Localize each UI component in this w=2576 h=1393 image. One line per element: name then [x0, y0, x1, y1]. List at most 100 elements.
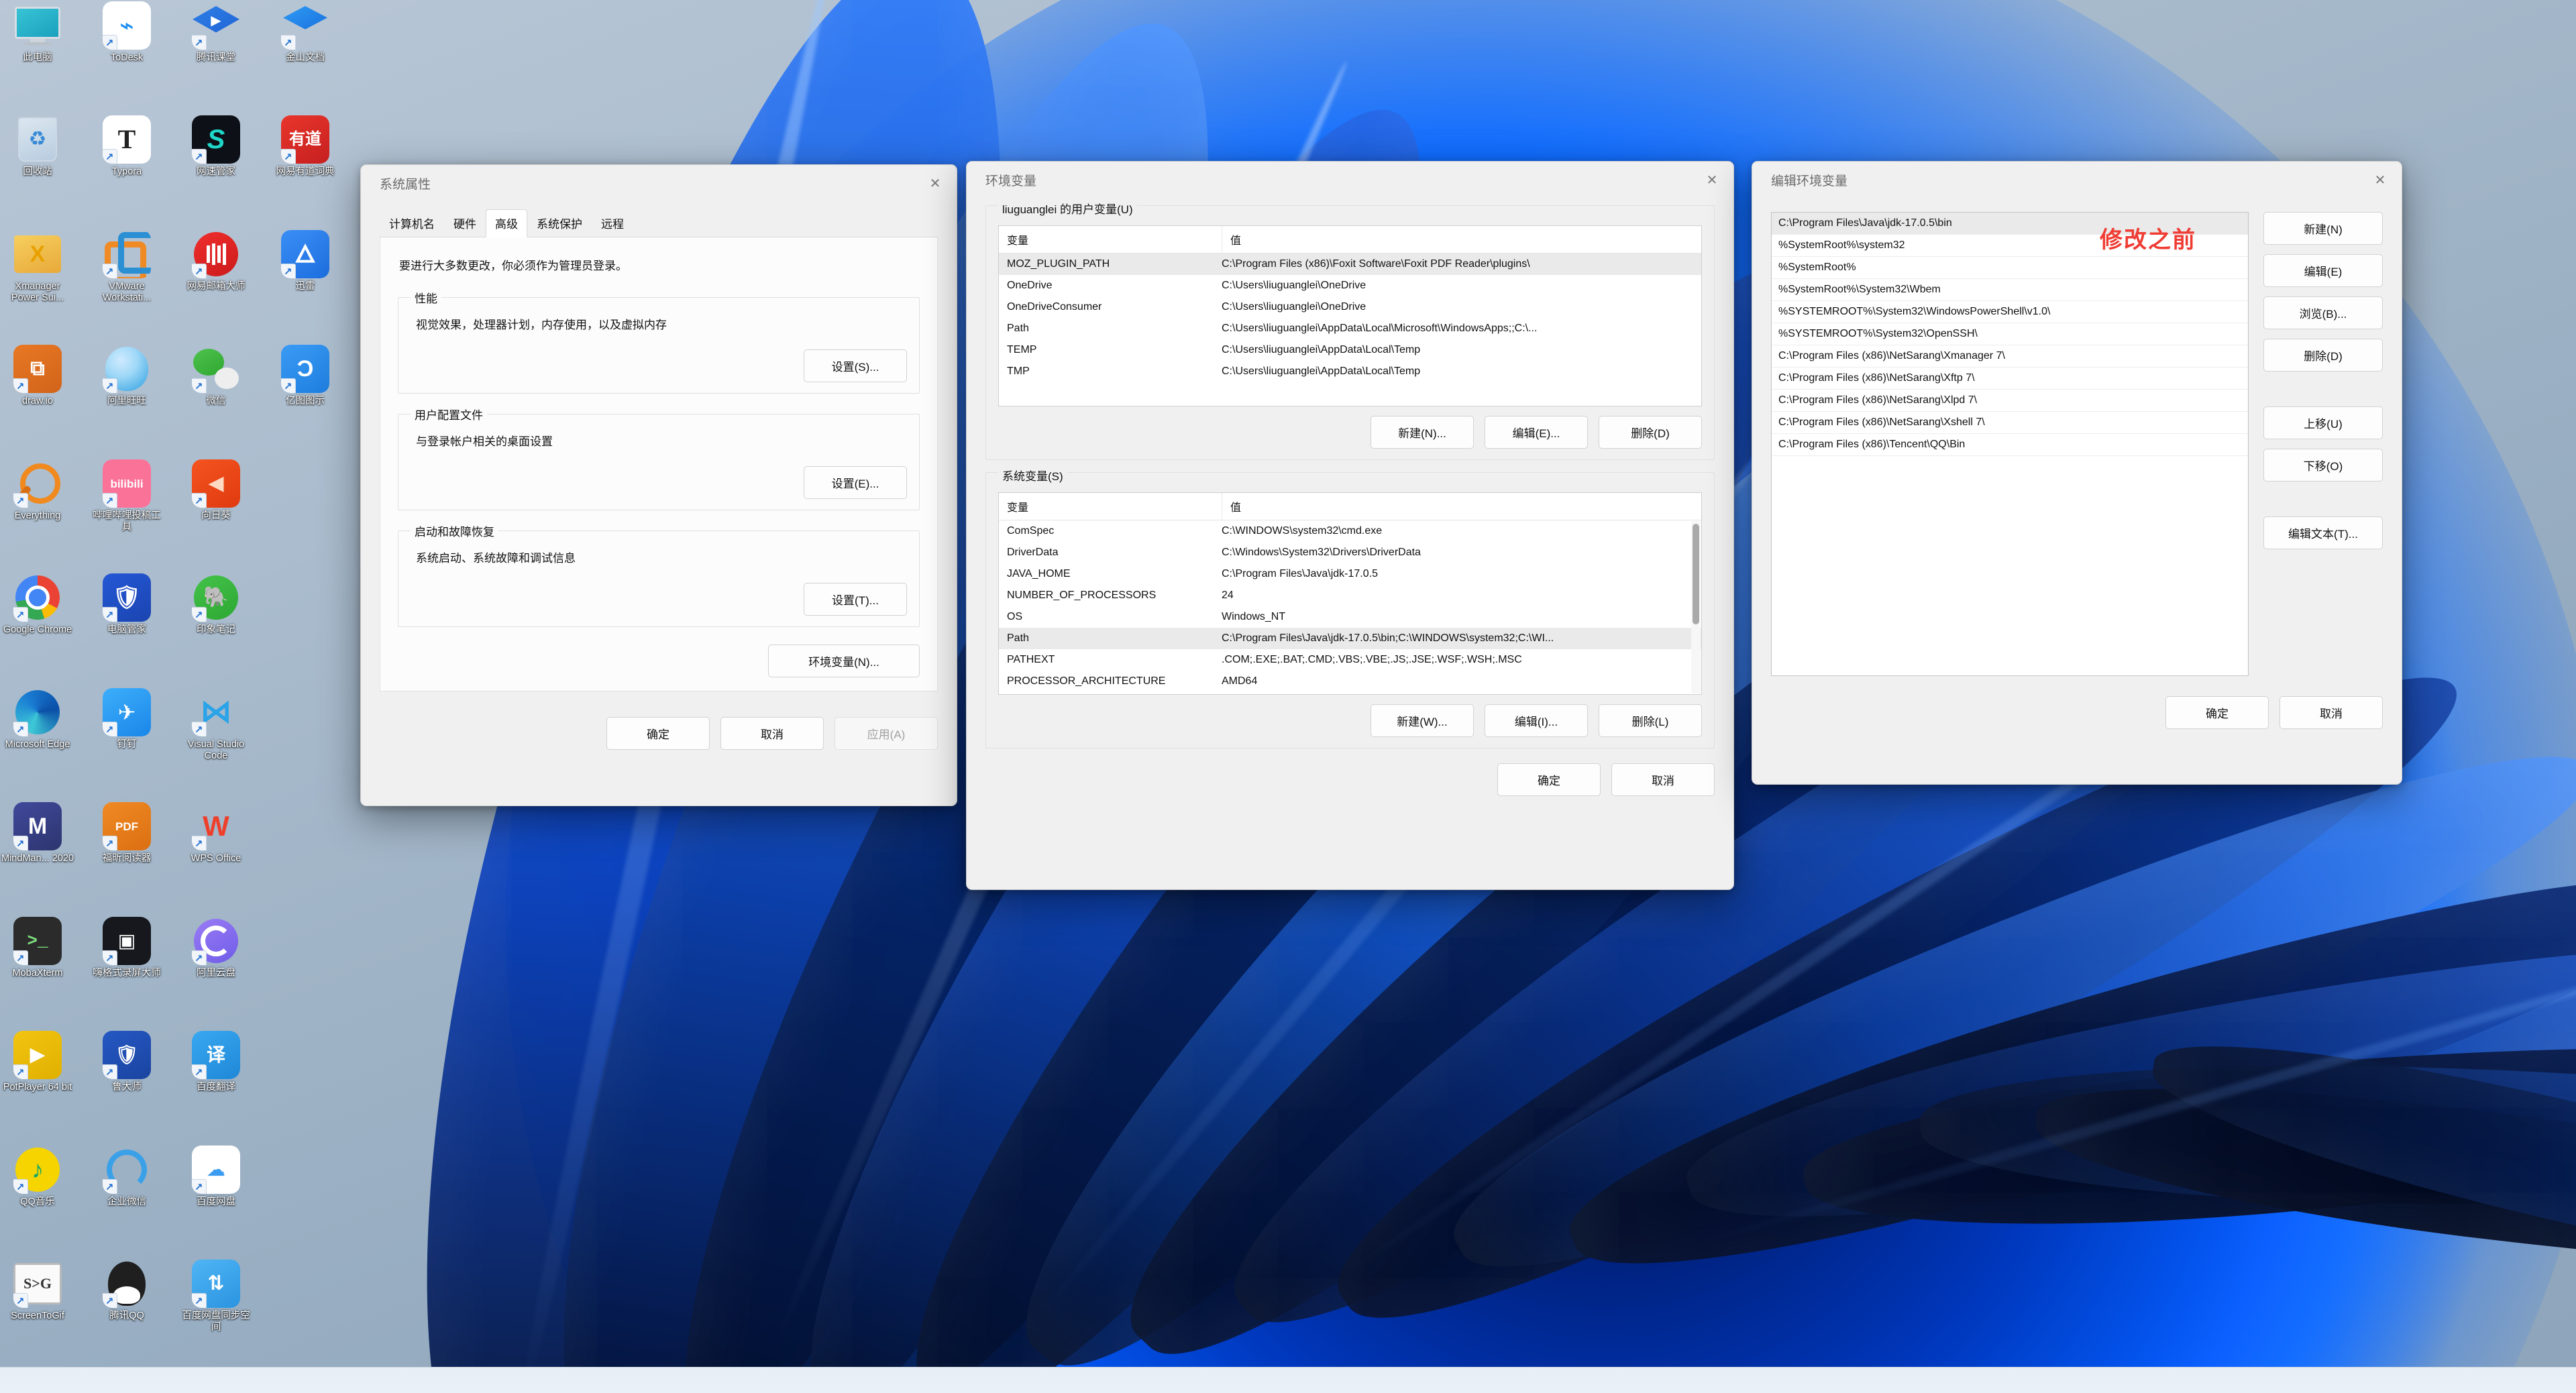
edit-env-ok-button[interactable]: 确定 — [2165, 696, 2269, 729]
desktop-icon-netease-mail[interactable]: ↗ 网易邮箱大师 — [178, 230, 254, 292]
tab-系统保护[interactable]: 系统保护 — [527, 209, 592, 237]
group-settings-button[interactable]: 设置(S)... — [804, 349, 907, 382]
desktop-icon-netspeed[interactable]: S ↗ 网速管家 — [178, 115, 254, 178]
user-variables-table[interactable]: 变量 值 MOZ_PLUGIN_PATH C:\Program Files (x… — [998, 225, 1702, 406]
desktop-icon-youdao-dict[interactable]: 有道 ↗ 网易有道词典 — [268, 115, 343, 178]
desktop-icon-chrome[interactable]: ↗ Google Chrome — [0, 573, 75, 636]
table-row[interactable]: Path C:\Users\liuguanglei\AppData\Local\… — [999, 318, 1701, 339]
path-new-button[interactable]: 新建(N) — [2263, 212, 2383, 245]
edit-environment-variable-dialog[interactable]: 编辑环境变量 ✕ C:\Program Files\Java\jdk-17.0.… — [1752, 161, 2402, 785]
list-item[interactable]: C:\Program Files (x86)\NetSarang\Xlpd 7\ — [1772, 390, 2248, 412]
path-delete-button[interactable]: 删除(D) — [2263, 339, 2383, 372]
system-variables-rows[interactable]: ComSpec C:\WINDOWS\system32\cmd.exe Drive… — [999, 520, 1701, 692]
sysprops-apply-button[interactable]: 应用(A) — [835, 717, 938, 750]
desktop-icon-typora[interactable]: T ↗ Typora — [89, 115, 164, 178]
table-row[interactable]: DriverData C:\Windows\System32\Drivers\D… — [999, 542, 1701, 563]
system-properties-titlebar[interactable]: 系统属性 ✕ — [361, 165, 957, 202]
desktop-icon-pc-manager[interactable]: 🛡 ↗ 电脑管家 — [89, 573, 164, 636]
desktop-icon-todesk[interactable]: ⌁ ↗ ToDesk — [89, 1, 164, 64]
close-icon[interactable]: ✕ — [1690, 162, 1733, 198]
desktop-icon-xmanager-folder[interactable]: X Xmanager Power Sui... — [0, 230, 75, 303]
desktop-icon-recycle-bin[interactable]: ♻ 回收站 — [0, 115, 75, 178]
table-row[interactable]: OneDriveConsumer C:\Users\liuguanglei\On… — [999, 296, 1701, 318]
desktop-icon-evernote[interactable]: 🐘 ↗ 印象笔记 — [178, 573, 254, 636]
desktop-icon-wps-office[interactable]: W ↗ WPS Office — [178, 802, 254, 865]
edit-env-titlebar[interactable]: 编辑环境变量 ✕ — [1752, 162, 2402, 199]
environment-variables-button[interactable]: 环境变量(N)... — [768, 645, 920, 677]
desktop-icon-baidu-translate[interactable]: 译 ↗ 百度翻译 — [178, 1031, 254, 1093]
desktop-icon-baidu-netdisk[interactable]: ☁ ↗ 百度网盘 — [178, 1146, 254, 1208]
list-item[interactable]: %SystemRoot%\system32 — [1772, 235, 2248, 257]
desktop-icon-bilibili-upload[interactable]: bilibili ↗ 哔哩哔哩投稿工具 — [89, 459, 164, 533]
desktop-icon-aliwangwang[interactable]: ↗ 阿里旺旺 — [89, 345, 164, 407]
desktop-icon-edraw[interactable]: Ɔ ↗ 亿图图示 — [268, 345, 343, 407]
desktop-icon-baidu-sync[interactable]: ⇅ ↗ 百度网盘同步空间 — [178, 1260, 254, 1333]
close-icon[interactable]: ✕ — [2359, 162, 2402, 198]
table-row[interactable]: JAVA_HOME C:\Program Files\Java\jdk-17.0… — [999, 563, 1701, 585]
list-item[interactable]: C:\Program Files (x86)\NetSarang\Xshell … — [1772, 412, 2248, 434]
path-move-up-button[interactable]: 上移(U) — [2263, 406, 2383, 439]
desktop-icon-wechat[interactable]: ↗ 微信 — [178, 345, 254, 407]
sysprops-cancel-button[interactable]: 取消 — [720, 717, 824, 750]
edit-env-cancel-button[interactable]: 取消 — [2279, 696, 2383, 729]
group-settings-button[interactable]: 设置(E)... — [804, 466, 907, 499]
desktop-icon-qq-music[interactable]: ♪ ↗ QQ音乐 — [0, 1146, 75, 1208]
system-new-button[interactable]: 新建(W)... — [1371, 704, 1474, 737]
close-icon[interactable]: ✕ — [914, 165, 957, 201]
system-properties-dialog[interactable]: 系统属性 ✕ 计算机名 硬件 高级 系统保护 远程 要进行大多数更改，你必须作为管理员登… — [360, 164, 957, 806]
path-browse-button[interactable]: 浏览(B)... — [2263, 296, 2383, 329]
desktop-icon-potplayer[interactable]: ▶ ↗ PotPlayer 64 bit — [0, 1031, 75, 1093]
system-properties-tabstrip[interactable]: 计算机名 硬件 高级 系统保护 远程 — [380, 209, 938, 237]
tab-高级[interactable]: 高级 — [486, 209, 527, 237]
env-ok-button[interactable]: 确定 — [1497, 763, 1601, 796]
environment-variables-titlebar[interactable]: 环境变量 ✕ — [967, 162, 1733, 199]
path-edit-button[interactable]: 编辑(E) — [2263, 254, 2383, 287]
desktop-icon-mindmanager[interactable]: M ↗ MindMan... 2020 — [0, 802, 75, 865]
tab-硬件[interactable]: 硬件 — [444, 209, 486, 237]
list-item[interactable]: C:\Program Files\Java\jdk-17.0.5\bin — [1772, 213, 2248, 235]
desktop-icon-higeshi-recorder[interactable]: ▣ ↗ 嗨格式录屏大师 — [89, 917, 164, 979]
taskbar[interactable] — [0, 1367, 2576, 1393]
desktop-icon-aliyun-drive[interactable]: ↗ 阿里云盘 — [178, 917, 254, 979]
desktop-icon-foxit-reader[interactable]: PDF ↗ 福昕阅读器 — [89, 802, 164, 865]
table-row[interactable]: OneDrive C:\Users\liuguanglei\OneDrive — [999, 275, 1701, 296]
table-row[interactable]: TEMP C:\Users\liuguanglei\AppData\Local\… — [999, 339, 1701, 361]
desktop-icon-drawio[interactable]: ⧉ ↗ draw.io — [0, 345, 75, 407]
desktop-icon-everything[interactable]: ↗ Everything — [0, 459, 75, 522]
group-settings-button[interactable]: 设置(T)... — [804, 583, 907, 616]
desktop-icon-wecom[interactable]: ↗ 企业微信 — [89, 1146, 164, 1208]
desktop-icon-dingtalk[interactable]: ✈ ↗ 钉钉 — [89, 688, 164, 750]
desktop-icon-edge[interactable]: ↗ Microsoft Edge — [0, 688, 75, 750]
path-edit-text-button[interactable]: 编辑文本(T)... — [2263, 516, 2383, 549]
desktop-icon-tencent-classroom[interactable]: ▶ ↗ 腾讯课堂 — [178, 1, 254, 64]
table-row[interactable]: ComSpec C:\WINDOWS\system32\cmd.exe — [999, 520, 1701, 542]
system-edit-button[interactable]: 编辑(I)... — [1485, 704, 1588, 737]
desktop-icon-grid[interactable]: 此电脑 ⌁ ↗ ToDesk ▶ ↗ 腾讯课堂 ↗ 金山文档 ♻ 回收站 T ↗… — [0, 0, 335, 1361]
desktop-icon-this-pc[interactable]: 此电脑 — [0, 1, 75, 64]
desktop-icon-tencent-qq[interactable]: ↗ 腾讯QQ — [89, 1260, 164, 1322]
path-move-down-button[interactable]: 下移(O) — [2263, 449, 2383, 482]
table-row[interactable]: NUMBER_OF_PROCESSORS 24 — [999, 585, 1701, 606]
desktop-icon-vscode[interactable]: ⋈ ↗ Visual Studio Code — [178, 688, 254, 761]
table-row[interactable]: Path C:\Program Files\Java\jdk-17.0.5\bi… — [999, 628, 1701, 649]
tab-远程[interactable]: 远程 — [592, 209, 633, 237]
env-cancel-button[interactable]: 取消 — [1611, 763, 1715, 796]
desktop-icon-sunflower[interactable]: ◀ ↗ 向日葵 — [178, 459, 254, 522]
sysprops-ok-button[interactable]: 确定 — [606, 717, 710, 750]
desktop-icon-ludashi[interactable]: 🛡 ↗ 鲁大师 — [89, 1031, 164, 1093]
system-delete-button[interactable]: 删除(L) — [1599, 704, 1702, 737]
list-item[interactable]: C:\Program Files (x86)\Tencent\QQ\Bin — [1772, 434, 2248, 456]
user-variables-rows[interactable]: MOZ_PLUGIN_PATH C:\Program Files (x86)\F… — [999, 254, 1701, 382]
user-new-button[interactable]: 新建(N)... — [1371, 416, 1474, 449]
table-row[interactable]: PROCESSOR_ARCHITECTURE AMD64 — [999, 671, 1701, 692]
environment-variables-dialog[interactable]: 环境变量 ✕ liuguanglei 的用户变量(U) 变量 值 MOZ_PLU… — [966, 161, 1734, 890]
desktop-icon-kingsoft-docs[interactable]: ↗ 金山文档 — [268, 1, 343, 64]
list-item[interactable]: %SYSTEMROOT%\System32\OpenSSH\ — [1772, 323, 2248, 345]
desktop-icon-thunder[interactable]: 🜂 ↗ 迅雷 — [268, 230, 343, 292]
list-item[interactable]: C:\Program Files (x86)\NetSarang\Xftp 7\ — [1772, 368, 2248, 390]
list-item[interactable]: %SystemRoot%\System32\Wbem — [1772, 279, 2248, 301]
scrollbar-thumb[interactable] — [1693, 524, 1699, 624]
user-delete-button[interactable]: 删除(D) — [1599, 416, 1702, 449]
table-row[interactable]: OS Windows_NT — [999, 606, 1701, 628]
table-row[interactable]: TMP C:\Users\liuguanglei\AppData\Local\T… — [999, 361, 1701, 382]
